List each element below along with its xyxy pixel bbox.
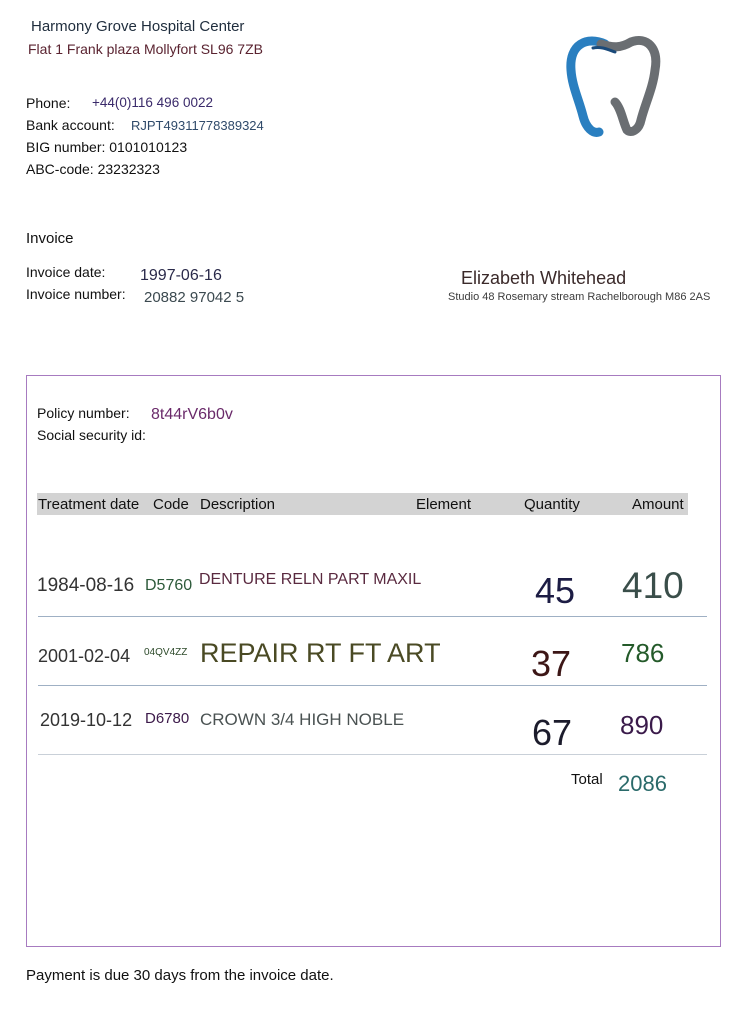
row3-code: D6780 <box>145 710 190 727</box>
row2-code: 04QV4ZZ <box>144 647 188 658</box>
bank-label: Bank account: <box>26 117 115 133</box>
policy-number: 8t44rV6b0v <box>151 406 233 423</box>
row2-amount: 786 <box>621 638 665 668</box>
header-code: Code <box>153 496 189 513</box>
clinic-name: Harmony Grove Hospital Center <box>31 18 245 35</box>
row3-amount: 890 <box>620 710 664 740</box>
row1-amount: 410 <box>622 565 684 606</box>
row-divider <box>38 616 707 617</box>
header-amount: Amount <box>632 496 684 513</box>
row2-quantity: 37 <box>531 643 572 684</box>
total-value: 2086 <box>618 771 667 796</box>
abc-code: ABC-code: 23232323 <box>26 161 160 177</box>
invoice-date: 1997-06-16 <box>140 267 222 284</box>
header-quantity: Quantity <box>524 496 580 513</box>
header-element: Element <box>416 496 472 513</box>
row-divider <box>38 754 707 755</box>
patient-address: Studio 48 Rosemary stream Rachelborough … <box>448 291 711 303</box>
row3-date: 2019-10-12 <box>40 710 133 730</box>
ssn-label: Social security id: <box>37 427 146 443</box>
row3-quantity: 67 <box>532 712 573 753</box>
invoice-number: 20882 97042 5 <box>144 289 245 306</box>
row-divider <box>38 685 707 686</box>
row3-description: CROWN 3/4 HIGH NOBLE <box>200 710 405 729</box>
bank-value: RJPT49311778389324 <box>131 118 264 133</box>
row2-date: 2001-02-04 <box>38 646 131 666</box>
policy-number-label: Policy number: <box>37 405 130 421</box>
phone-label: Phone: <box>26 95 71 111</box>
invoice-date-label: Invoice date: <box>26 264 106 280</box>
row1-date: 1984-08-16 <box>37 575 135 596</box>
row2-description: REPAIR RT FT ART <box>200 638 441 668</box>
header-treatment-date: Treatment date <box>38 496 140 513</box>
tooth-logo-icon <box>566 36 661 137</box>
phone-value: +44(0)116 496 0022 <box>92 95 213 110</box>
header-description: Description <box>200 496 276 513</box>
payment-note: Payment is due 30 days from the invoice … <box>26 967 334 984</box>
row1-code: D5760 <box>145 577 193 594</box>
clinic-address: Flat 1 Frank plaza Mollyfort SL96 7ZB <box>28 41 263 57</box>
patient-name: Elizabeth Whitehead <box>461 268 627 288</box>
invoice-number-label: Invoice number: <box>26 286 126 302</box>
row1-description: DENTURE RELN PART MAXIL <box>199 571 422 588</box>
big-number: BIG number: 0101010123 <box>26 139 188 155</box>
row1-quantity: 45 <box>535 570 576 611</box>
invoice-heading: Invoice <box>26 230 74 247</box>
total-label: Total <box>571 771 603 788</box>
